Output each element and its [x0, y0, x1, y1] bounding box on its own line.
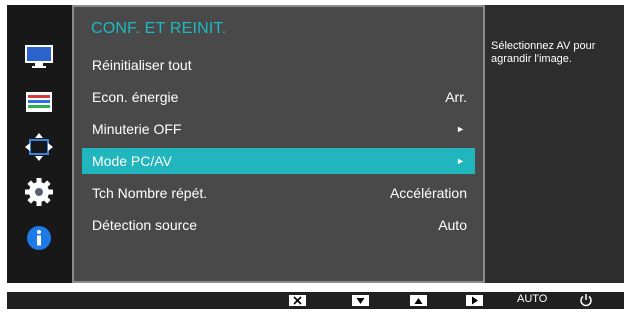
menu-item-eco-saving[interactable]: Econ. énergie Arr. [82, 84, 475, 110]
menu-item-value: Auto [438, 217, 467, 233]
picture-icon[interactable] [24, 42, 54, 72]
menu-item-label: Détection source [92, 217, 198, 233]
menu-item-value: Accélération [389, 185, 467, 201]
menu-item-label: Mode PC/AV [92, 153, 172, 169]
information-icon[interactable] [24, 223, 54, 253]
menu-item-key-repeat-time[interactable]: Tch Nombre répét. Accélération [82, 180, 475, 206]
menu-item-label: Minuterie OFF [92, 121, 182, 137]
menu-title: CONF. ET REINIT. [91, 20, 227, 37]
help-text: Sélectionnez AV pour agrandir l'image. [491, 40, 596, 65]
setup-gear-icon[interactable] [24, 177, 54, 207]
auto-button[interactable]: AUTO [517, 293, 547, 305]
menu-item-label: Réinitialiser tout [92, 57, 192, 73]
power-icon[interactable] [579, 293, 593, 307]
menu-item-off-timer[interactable]: Minuterie OFF ► [82, 116, 475, 142]
menu-panel: CONF. ET REINIT. Réinitialiser tout Econ… [72, 5, 485, 283]
color-icon[interactable] [24, 87, 54, 117]
osd-window: CONF. ET REINIT. Réinitialiser tout Econ… [7, 5, 624, 283]
up-icon[interactable] [410, 295, 427, 306]
down-icon[interactable] [352, 295, 369, 306]
bottom-key-guide: AUTO [7, 292, 624, 309]
menu-item-reset-all[interactable]: Réinitialiser tout [82, 52, 475, 78]
size-position-icon[interactable] [24, 132, 54, 162]
help-panel: Sélectionnez AV pour agrandir l'image. [485, 5, 624, 283]
submenu-arrow-icon: ► [456, 124, 465, 134]
menu-item-source-detection[interactable]: Détection source Auto [82, 212, 475, 238]
close-icon[interactable] [289, 295, 306, 306]
enter-icon[interactable] [466, 295, 483, 306]
menu-item-pc-av-mode[interactable]: Mode PC/AV ► [82, 148, 475, 174]
sidebar [7, 5, 72, 283]
menu-item-value: Arr. [445, 89, 467, 105]
menu-item-label: Econ. énergie [92, 89, 179, 105]
submenu-arrow-icon: ► [456, 156, 465, 166]
menu-item-label: Tch Nombre répét. [92, 185, 208, 201]
